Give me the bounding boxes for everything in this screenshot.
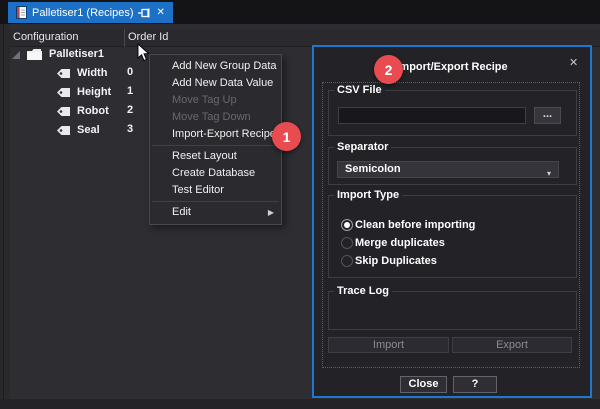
menu-item-add-new-group-data[interactable]: Add New Group Data [150, 58, 281, 75]
recipe-document-icon [16, 6, 27, 19]
dropdown-selected-value: Semicolon [338, 163, 401, 175]
tree-root-label: Palletiser1 [49, 47, 104, 62]
separator-group-label: Separator [334, 141, 391, 153]
tag-icon [56, 106, 71, 117]
separator-dropdown[interactable]: Semicolon ▾ [337, 161, 559, 178]
mouse-cursor [137, 43, 150, 62]
menu-separator [152, 145, 279, 146]
order-id-value: 1 [127, 85, 133, 97]
dialog-title: Import/Export Recipe [312, 61, 592, 73]
menu-item-move-tag-down: Move Tag Down [150, 109, 281, 126]
annotation-badge-1: 1 [272, 122, 301, 151]
expander-icon[interactable] [12, 51, 20, 59]
column-header-order-id[interactable]: Order Id [128, 31, 168, 43]
radio-merge-duplicates[interactable] [341, 237, 353, 249]
menu-item-test-editor[interactable]: Test Editor [150, 182, 281, 199]
menu-item-reset-layout[interactable]: Reset Layout [150, 148, 281, 165]
window-bottom-edge [0, 399, 600, 409]
annotation-badge-2: 2 [374, 55, 403, 84]
tag-label: Width [77, 66, 107, 81]
folder-icon [26, 48, 43, 61]
tag-icon [56, 68, 71, 79]
menu-item-import-export-recipe[interactable]: Import-Export Recipe [150, 126, 281, 143]
order-id-value: 3 [127, 123, 133, 135]
radio-label[interactable]: Clean before importing [355, 217, 475, 233]
tab-close-icon[interactable]: ✕ [156, 8, 164, 18]
radio-label[interactable]: Skip Duplicates [355, 253, 437, 269]
close-button[interactable]: Close [400, 376, 447, 393]
order-id-value: 2 [127, 104, 133, 116]
radio-clean-before-importing[interactable] [341, 219, 353, 231]
help-button[interactable]: ? [453, 376, 497, 393]
csv-file-input[interactable] [338, 107, 526, 124]
tag-label: Seal [77, 123, 100, 138]
dropdown-arrow-icon: ▾ [547, 166, 551, 181]
csv-file-group-label: CSV File [334, 84, 385, 96]
tab-bar: Palletiser1 (Recipes) ✕ [0, 0, 600, 24]
tag-icon [56, 125, 71, 136]
menu-item-edit[interactable]: Edit ▶ [150, 204, 281, 221]
menu-item-move-tag-up: Move Tag Up [150, 92, 281, 109]
radio-label[interactable]: Merge duplicates [355, 235, 445, 251]
browse-button[interactable]: ... [534, 107, 561, 124]
import-button[interactable]: Import [328, 337, 449, 353]
submenu-arrow-icon: ▶ [268, 204, 274, 221]
order-id-value: 0 [127, 66, 133, 78]
tag-label: Robot [77, 104, 109, 119]
export-button[interactable]: Export [452, 337, 572, 353]
window-left-edge [3, 24, 4, 409]
menu-separator [152, 201, 279, 202]
app-window: Palletiser1 (Recipes) ✕ Configuration Or… [0, 0, 600, 409]
tab-palletiser1-recipes[interactable]: Palletiser1 (Recipes) ✕ [8, 2, 173, 23]
column-header-configuration[interactable]: Configuration [13, 31, 78, 43]
context-menu: Add New Group Data Add New Data Value Mo… [149, 54, 282, 225]
tag-label: Height [77, 85, 111, 100]
trace-log-group-label: Trace Log [334, 285, 392, 297]
import-type-group-label: Import Type [334, 189, 402, 201]
menu-item-add-new-data-value[interactable]: Add New Data Value [150, 75, 281, 92]
radio-skip-duplicates[interactable] [341, 255, 353, 267]
menu-item-create-database[interactable]: Create Database [150, 165, 281, 182]
pin-icon[interactable] [138, 7, 151, 19]
tab-title: Palletiser1 (Recipes) [32, 7, 133, 19]
dialog-close-icon[interactable]: ✕ [569, 56, 578, 69]
tag-icon [56, 87, 71, 98]
